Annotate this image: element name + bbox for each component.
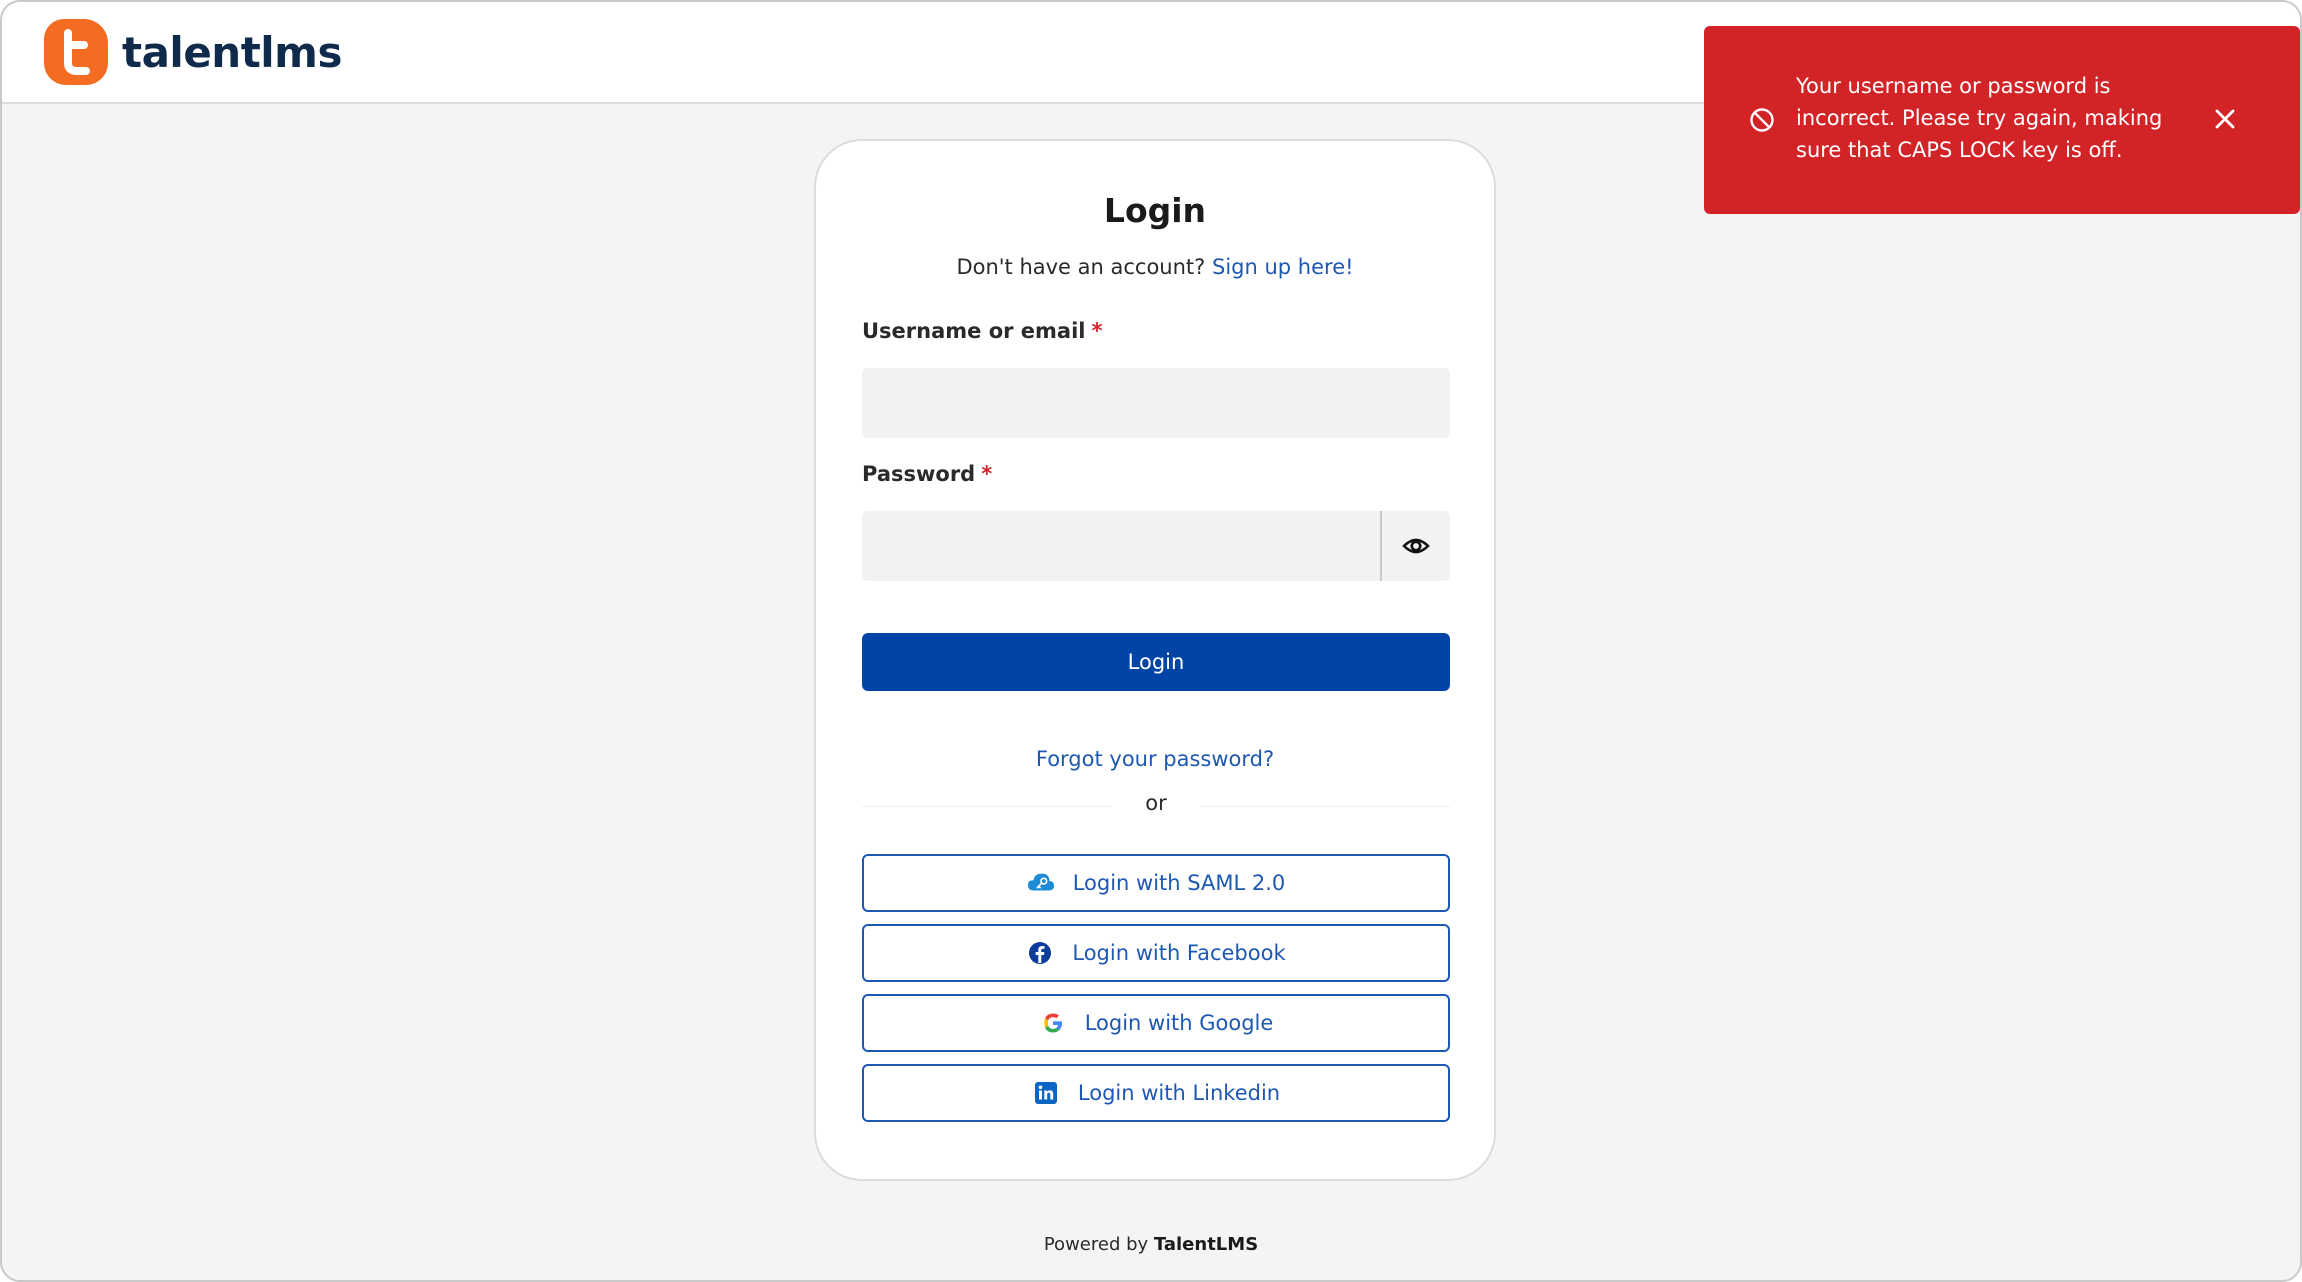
signup-prompt: Don't have an account? Sign up here! bbox=[816, 255, 1494, 279]
powered-by-text: Powered by bbox=[1043, 1234, 1149, 1255]
talentlms-logo-icon bbox=[44, 19, 108, 85]
google-icon bbox=[1039, 1009, 1067, 1037]
or-divider: or bbox=[862, 791, 1450, 821]
error-toast: Your username or password is incorrect. … bbox=[1704, 26, 2300, 214]
login-card: Login Don't have an account? Sign up her… bbox=[814, 139, 1496, 1181]
signup-link[interactable]: Sign up here! bbox=[1212, 255, 1354, 279]
forgot-password-link[interactable]: Forgot your password? bbox=[816, 747, 1494, 771]
powered-by-footer: Powered by TalentLMS bbox=[2, 1234, 2300, 1255]
signup-prompt-text: Don't have an account? bbox=[956, 255, 1206, 279]
block-icon bbox=[1750, 108, 1774, 132]
logo-wordmark: talentlms bbox=[122, 27, 342, 77]
password-input[interactable] bbox=[862, 511, 1380, 581]
or-text: or bbox=[1145, 791, 1167, 815]
eye-icon bbox=[1402, 538, 1430, 554]
error-message: Your username or password is incorrect. … bbox=[1796, 74, 2163, 162]
page-title: Login bbox=[1103, 191, 1207, 230]
password-label: Password * bbox=[862, 462, 992, 486]
login-facebook-button[interactable]: Login with Facebook bbox=[862, 924, 1450, 982]
login-linkedin-button[interactable]: Login with Linkedin bbox=[862, 1064, 1450, 1122]
browser-viewport: talentlms Login Don't have an account? S… bbox=[0, 0, 2302, 1282]
saml-cloud-icon bbox=[1027, 869, 1055, 897]
login-button[interactable]: Login bbox=[862, 633, 1450, 691]
linkedin-icon bbox=[1032, 1079, 1060, 1107]
facebook-icon bbox=[1026, 939, 1054, 967]
login-google-button[interactable]: Login with Google bbox=[862, 994, 1450, 1052]
required-mark: * bbox=[981, 462, 993, 486]
login-linkedin-label: Login with Linkedin bbox=[1077, 1081, 1281, 1105]
talentlms-logo[interactable]: talentlms bbox=[44, 18, 342, 86]
login-google-label: Login with Google bbox=[1084, 1011, 1274, 1035]
close-icon[interactable] bbox=[2212, 106, 2238, 132]
username-label: Username or email * bbox=[862, 319, 1102, 343]
login-saml-label: Login with SAML 2.0 bbox=[1072, 871, 1286, 895]
powered-by-brand[interactable]: TalentLMS bbox=[1154, 1234, 1258, 1255]
username-input[interactable] bbox=[862, 368, 1450, 438]
login-facebook-label: Login with Facebook bbox=[1072, 941, 1286, 965]
username-label-text: Username or email bbox=[862, 319, 1086, 343]
login-saml-button[interactable]: Login with SAML 2.0 bbox=[862, 854, 1450, 912]
required-mark: * bbox=[1091, 319, 1103, 343]
password-label-text: Password bbox=[862, 462, 976, 486]
show-password-button[interactable] bbox=[1380, 511, 1450, 581]
